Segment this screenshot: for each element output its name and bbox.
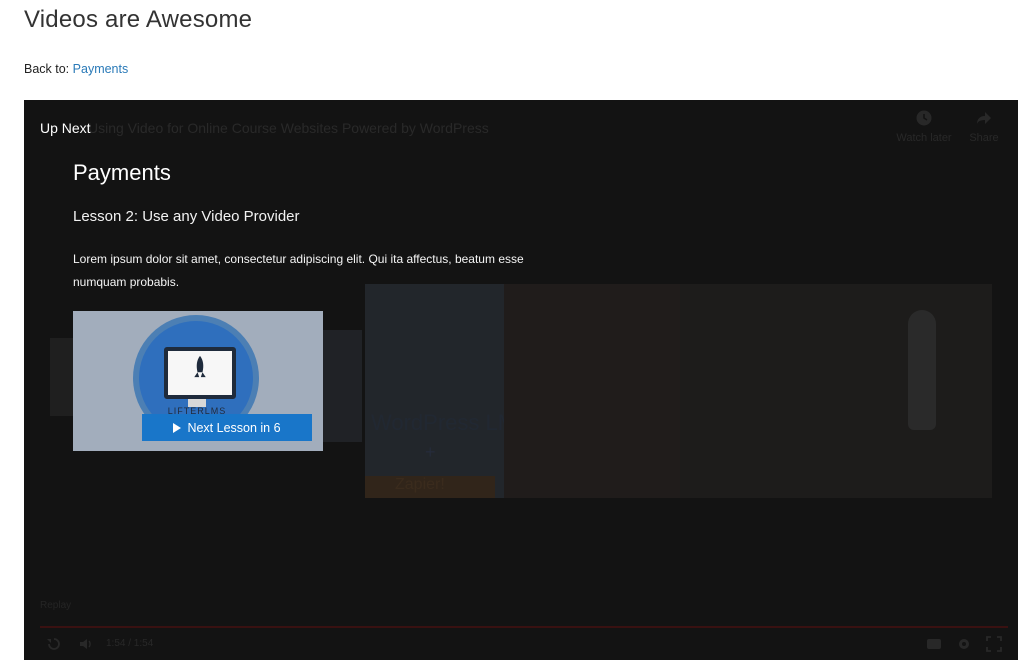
breadcrumb-prefix: Back to: xyxy=(24,62,70,76)
next-lesson-thumbnail[interactable]: LIFTERLMS Next Lesson in 6 xyxy=(73,311,323,451)
next-lesson-button[interactable]: Next Lesson in 6 xyxy=(142,414,312,441)
breadcrumb: Back to: Payments xyxy=(24,62,128,76)
background-microphone xyxy=(908,310,936,430)
share-button[interactable]: Share xyxy=(954,110,1014,144)
share-label: Share xyxy=(969,132,999,144)
monitor-graphic xyxy=(164,347,236,399)
background-zapier-text: Zapier! xyxy=(395,476,445,493)
video-player[interactable]: Using Video for Online Course Websites P… xyxy=(24,100,1018,660)
rocket-icon xyxy=(194,355,206,378)
clock-icon xyxy=(916,110,932,126)
breadcrumb-link-payments[interactable]: Payments xyxy=(73,62,129,76)
share-arrow-icon xyxy=(977,112,991,124)
background-person-right xyxy=(680,284,992,498)
replay-icon[interactable] xyxy=(46,636,62,652)
next-lesson-title: Lesson 2: Use any Video Provider xyxy=(73,208,300,225)
up-next-heading: Up Next xyxy=(40,120,91,136)
next-lesson-button-label: Next Lesson in 6 xyxy=(187,420,281,435)
watch-later-button[interactable]: Watch later xyxy=(894,110,954,144)
settings-gear-icon[interactable] xyxy=(956,636,972,652)
background-person-left xyxy=(504,284,680,498)
replay-label[interactable]: Replay xyxy=(40,600,71,611)
background-zapier-strip: Zapier! xyxy=(365,476,495,498)
next-lesson-description: Lorem ipsum dolor sit amet, consectetur … xyxy=(73,252,524,289)
fullscreen-icon[interactable] xyxy=(986,636,1002,652)
player-controls: 1:54 / 1:54 xyxy=(24,628,1018,660)
watch-later-label: Watch later xyxy=(896,132,952,144)
time-display: 1:54 / 1:54 xyxy=(106,638,154,649)
play-icon xyxy=(173,422,182,433)
volume-icon[interactable] xyxy=(78,636,94,652)
background-plus-text: + xyxy=(425,442,436,462)
cc-icon[interactable] xyxy=(926,636,942,652)
page-title: Videos are Awesome xyxy=(24,6,253,33)
video-title[interactable]: Using Video for Online Course Websites P… xyxy=(88,120,489,136)
next-course-title: Payments xyxy=(73,160,171,185)
